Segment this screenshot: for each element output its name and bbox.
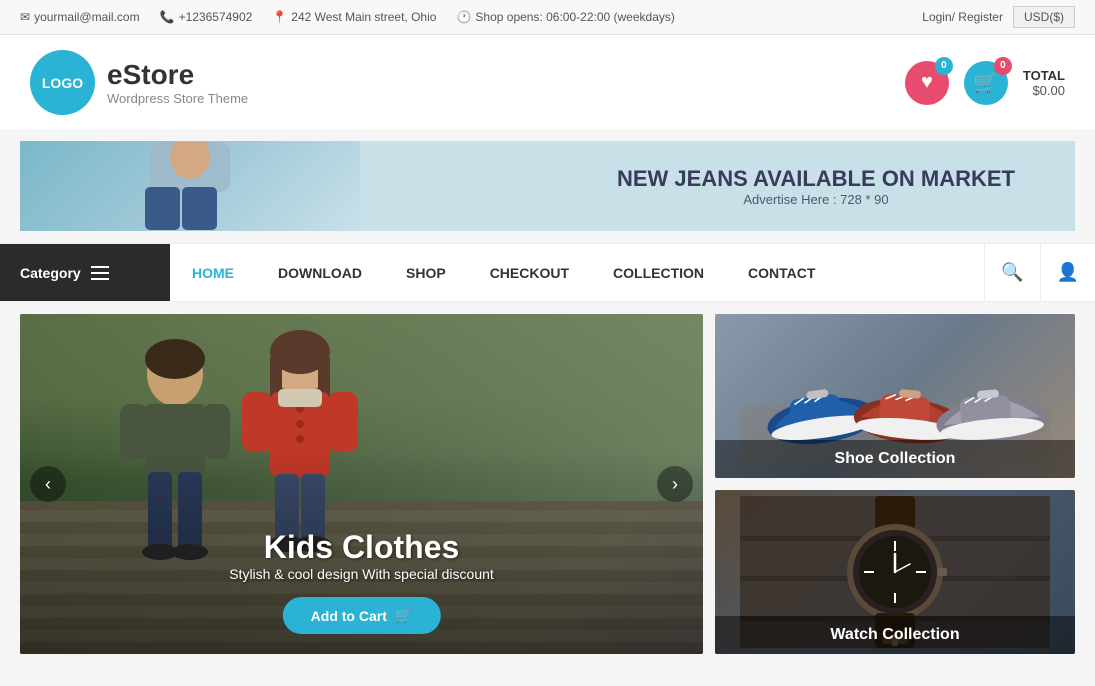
main-nav: Category HOME DOWNLOAD SHOP CHECKOUT COL… [0, 243, 1095, 302]
address-text: 242 West Main street, Ohio [291, 10, 436, 24]
phone-info: 📞 +1236574902 [160, 10, 253, 24]
nav-contact[interactable]: CONTACT [726, 247, 837, 299]
hours-info: 🕐 Shop opens: 06:00-22:00 (weekdays) [456, 10, 674, 24]
clock-icon: 🕐 [456, 10, 471, 24]
banner-illustration [90, 142, 290, 230]
email-icon: ✉ [20, 10, 30, 24]
slider-prev-button[interactable]: ‹ [30, 466, 66, 502]
account-button[interactable]: 👤 [1040, 244, 1095, 301]
hero-title: Kids Clothes [88, 529, 634, 566]
address-info: 📍 242 West Main street, Ohio [272, 10, 436, 24]
watch-collection-label: Watch Collection [715, 616, 1075, 654]
hamburger-icon [91, 266, 109, 280]
login-register-link[interactable]: Login/ Register [922, 10, 1003, 24]
banner-text: NEW JEANS AVAILABLE ON MARKET Advertise … [617, 166, 1015, 207]
banner-image [20, 141, 360, 231]
currency-selector[interactable]: USD($) [1013, 6, 1075, 28]
search-button[interactable]: 🔍 [984, 244, 1039, 301]
site-identity: eStore Wordpress Store Theme [107, 59, 248, 106]
hero-slider: Kids Clothes Stylish & cool design With … [20, 314, 703, 654]
shoe-collection-panel[interactable]: Shoe Collection [715, 314, 1075, 478]
email-info: ✉ yourmail@mail.com [20, 10, 140, 24]
nav-collection[interactable]: COLLECTION [591, 247, 726, 299]
phone-text: +1236574902 [179, 10, 253, 24]
banner-subtext: Advertise Here : 728 * 90 [617, 192, 1015, 207]
shoe-collection-label: Shoe Collection [715, 440, 1075, 478]
logo-text: LOGO [42, 75, 83, 91]
nav-links: HOME DOWNLOAD SHOP CHECKOUT COLLECTION C… [170, 244, 984, 301]
nav-right-icons: 🔍 👤 [984, 244, 1095, 301]
site-header: LOGO eStore Wordpress Store Theme ♥ 0 🛒 … [0, 35, 1095, 131]
category-label: Category [20, 265, 81, 281]
site-name: eStore [107, 59, 248, 91]
wishlist-badge: 0 [935, 57, 953, 75]
wishlist-wrapper: ♥ 0 [905, 61, 949, 105]
watch-collection-panel[interactable]: Watch Collection [715, 490, 1075, 654]
hours-text: Shop opens: 06:00-22:00 (weekdays) [475, 10, 674, 24]
nav-shop[interactable]: SHOP [384, 247, 468, 299]
cart-btn-icon: 🛒 [395, 607, 412, 624]
total-label: TOTAL [1023, 68, 1065, 83]
promo-banner[interactable]: NEW JEANS AVAILABLE ON MARKET Advertise … [20, 141, 1075, 231]
top-bar: ✉ yourmail@mail.com 📞 +1236574902 📍 242 … [0, 0, 1095, 35]
cart-total: TOTAL $0.00 [1023, 68, 1065, 98]
location-icon: 📍 [272, 10, 287, 24]
logo[interactable]: LOGO [30, 50, 95, 115]
side-panels: Shoe Collection [715, 314, 1075, 654]
nav-home[interactable]: HOME [170, 247, 256, 299]
main-content: Kids Clothes Stylish & cool design With … [0, 302, 1095, 666]
nav-download[interactable]: DOWNLOAD [256, 247, 384, 299]
category-button[interactable]: Category [0, 244, 170, 301]
logo-area: LOGO eStore Wordpress Store Theme [30, 50, 248, 115]
header-actions: ♥ 0 🛒 0 TOTAL $0.00 [905, 61, 1065, 105]
hero-subtitle: Stylish & cool design With special disco… [88, 566, 634, 582]
cart-wrapper: 🛒 0 [964, 61, 1008, 105]
banner-headline: NEW JEANS AVAILABLE ON MARKET [617, 166, 1015, 192]
cart-badge: 0 [994, 57, 1012, 75]
phone-icon: 📞 [160, 10, 175, 24]
top-bar-left: ✉ yourmail@mail.com 📞 +1236574902 📍 242 … [20, 10, 675, 24]
top-bar-right: Login/ Register USD($) [922, 6, 1075, 28]
cart-btn-label: Add to Cart [311, 608, 387, 624]
hero-slide: Kids Clothes Stylish & cool design With … [20, 314, 703, 654]
nav-checkout[interactable]: CHECKOUT [468, 247, 591, 299]
hero-content: Kids Clothes Stylish & cool design With … [88, 529, 634, 634]
total-amount: $0.00 [1023, 83, 1065, 98]
site-tagline: Wordpress Store Theme [107, 91, 248, 106]
slider-next-button[interactable]: › [657, 466, 693, 502]
hero-add-to-cart-button[interactable]: Add to Cart 🛒 [283, 597, 441, 634]
email-text: yourmail@mail.com [34, 10, 140, 24]
